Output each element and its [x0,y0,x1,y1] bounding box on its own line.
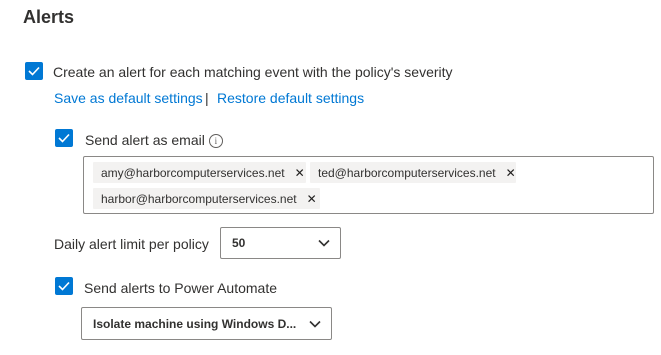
remove-recipient-icon[interactable]: ✕ [506,166,516,180]
daily-limit-label: Daily alert limit per policy [54,236,209,252]
email-alert-label-text: Send alert as email [85,132,205,148]
link-separator: | [205,90,209,106]
restore-default-link[interactable]: Restore default settings [217,90,364,106]
email-alert-label: Send alert as email i [85,132,223,148]
remove-recipient-icon[interactable]: ✕ [307,192,317,206]
recipient-tag: harbor@harborcomputerservices.net ✕ [93,188,320,209]
recipient-tag: ted@harborcomputerservices.net ✕ [310,162,516,183]
recipient-tag: amy@harborcomputerservices.net ✕ [93,162,306,183]
chevron-down-icon [309,320,321,328]
daily-limit-select[interactable]: 50 [220,227,341,259]
recipient-tag-label: harbor@harborcomputerservices.net [101,191,297,206]
recipient-tag-label: amy@harborcomputerservices.net [101,165,285,180]
checkmark-icon [58,133,70,143]
checkmark-icon [58,281,70,291]
create-alert-checkbox[interactable] [25,62,43,80]
remove-recipient-icon[interactable]: ✕ [295,166,305,180]
email-alert-checkbox[interactable] [55,129,73,147]
daily-limit-value: 50 [232,236,246,250]
info-icon[interactable]: i [208,134,223,148]
power-automate-flow-value: Isolate machine using Windows D... [93,316,297,331]
checkmark-icon [28,66,40,76]
recipient-tag-label: ted@harborcomputerservices.net [318,165,496,180]
chevron-down-icon [318,239,330,247]
create-alert-label: Create an alert for each matching event … [53,64,453,80]
power-automate-checkbox[interactable] [55,277,73,295]
save-default-link[interactable]: Save as default settings [54,90,203,106]
section-title: Alerts [23,7,75,27]
power-automate-flow-select[interactable]: Isolate machine using Windows D... [81,307,332,340]
power-automate-label: Send alerts to Power Automate [84,280,277,296]
